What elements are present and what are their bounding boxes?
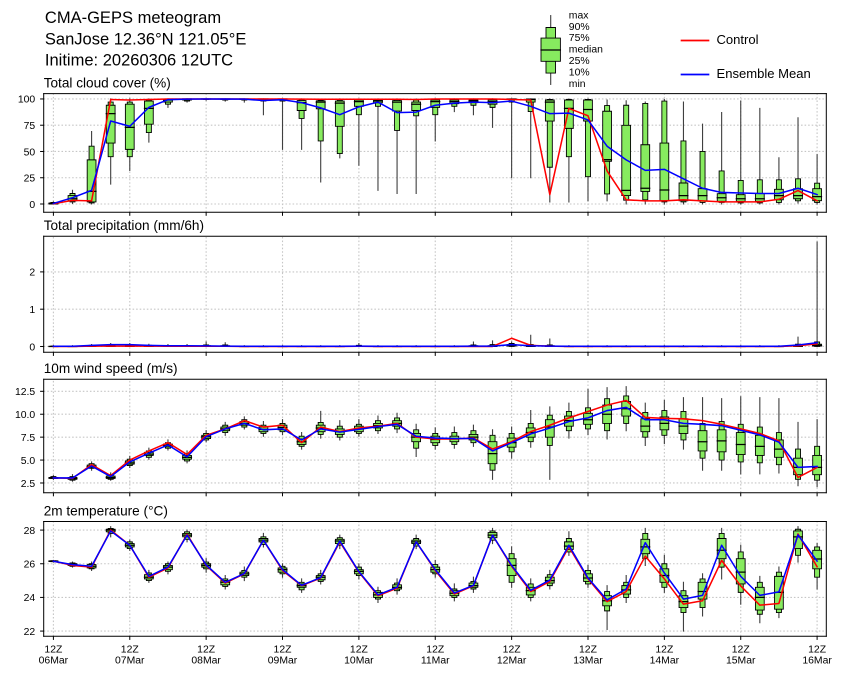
svg-text:12Z: 12Z bbox=[579, 644, 598, 655]
svg-text:22: 22 bbox=[24, 627, 36, 638]
svg-text:CMA-GEPS meteogram: CMA-GEPS meteogram bbox=[45, 8, 221, 27]
svg-text:7.5: 7.5 bbox=[21, 433, 36, 444]
svg-text:SanJose 12.36°N 121.05°E: SanJose 12.36°N 121.05°E bbox=[45, 29, 246, 48]
svg-text:Total cloud cover (%): Total cloud cover (%) bbox=[44, 75, 171, 90]
svg-text:12Mar: 12Mar bbox=[497, 656, 527, 667]
svg-text:13Mar: 13Mar bbox=[573, 656, 603, 667]
svg-text:26: 26 bbox=[24, 560, 36, 571]
svg-text:15Mar: 15Mar bbox=[726, 656, 756, 667]
svg-text:14Mar: 14Mar bbox=[650, 656, 680, 667]
svg-text:100: 100 bbox=[18, 95, 36, 106]
svg-text:08Mar: 08Mar bbox=[191, 656, 221, 667]
svg-text:12Z: 12Z bbox=[732, 644, 751, 655]
svg-text:12Z: 12Z bbox=[44, 644, 63, 655]
svg-text:11Mar: 11Mar bbox=[421, 656, 450, 667]
svg-text:10Mar: 10Mar bbox=[344, 656, 374, 667]
svg-text:10%: 10% bbox=[569, 68, 590, 79]
svg-text:75%: 75% bbox=[569, 33, 590, 44]
svg-text:median: median bbox=[569, 45, 603, 56]
svg-text:25: 25 bbox=[24, 174, 36, 185]
svg-text:2m temperature (°C): 2m temperature (°C) bbox=[44, 503, 168, 518]
svg-text:12Z: 12Z bbox=[350, 644, 369, 655]
svg-text:2.5: 2.5 bbox=[21, 479, 36, 490]
svg-text:0: 0 bbox=[29, 342, 35, 353]
svg-text:2: 2 bbox=[29, 268, 35, 279]
svg-text:Ensemble Mean: Ensemble Mean bbox=[717, 66, 811, 81]
svg-text:Control: Control bbox=[717, 32, 759, 47]
svg-text:50: 50 bbox=[24, 147, 36, 158]
svg-text:max: max bbox=[569, 10, 589, 21]
svg-text:12Z: 12Z bbox=[503, 644, 522, 655]
svg-text:12Z: 12Z bbox=[197, 644, 216, 655]
svg-text:75: 75 bbox=[24, 121, 36, 132]
svg-text:10m wind speed (m/s): 10m wind speed (m/s) bbox=[44, 361, 178, 376]
svg-text:5.0: 5.0 bbox=[21, 456, 36, 467]
svg-text:0: 0 bbox=[29, 200, 35, 211]
svg-text:09Mar: 09Mar bbox=[268, 656, 298, 667]
svg-text:Total precipitation (mm/6h): Total precipitation (mm/6h) bbox=[44, 218, 204, 233]
svg-text:06Mar: 06Mar bbox=[39, 656, 69, 667]
svg-text:12Z: 12Z bbox=[808, 644, 827, 655]
svg-text:12.5: 12.5 bbox=[15, 387, 35, 398]
svg-text:12Z: 12Z bbox=[121, 644, 140, 655]
svg-text:12Z: 12Z bbox=[274, 644, 293, 655]
svg-text:min: min bbox=[569, 79, 586, 90]
svg-text:1: 1 bbox=[29, 305, 35, 316]
svg-text:12Z: 12Z bbox=[655, 644, 674, 655]
svg-text:16Mar: 16Mar bbox=[802, 656, 832, 667]
svg-text:24: 24 bbox=[24, 593, 36, 604]
svg-text:12Z: 12Z bbox=[426, 644, 445, 655]
svg-text:10.0: 10.0 bbox=[15, 410, 35, 421]
svg-text:07Mar: 07Mar bbox=[115, 656, 145, 667]
svg-text:28: 28 bbox=[24, 526, 36, 537]
svg-text:25%: 25% bbox=[569, 56, 590, 67]
svg-text:90%: 90% bbox=[569, 22, 590, 33]
svg-text:Initime: 20260306 12UTC: Initime: 20260306 12UTC bbox=[45, 50, 233, 69]
